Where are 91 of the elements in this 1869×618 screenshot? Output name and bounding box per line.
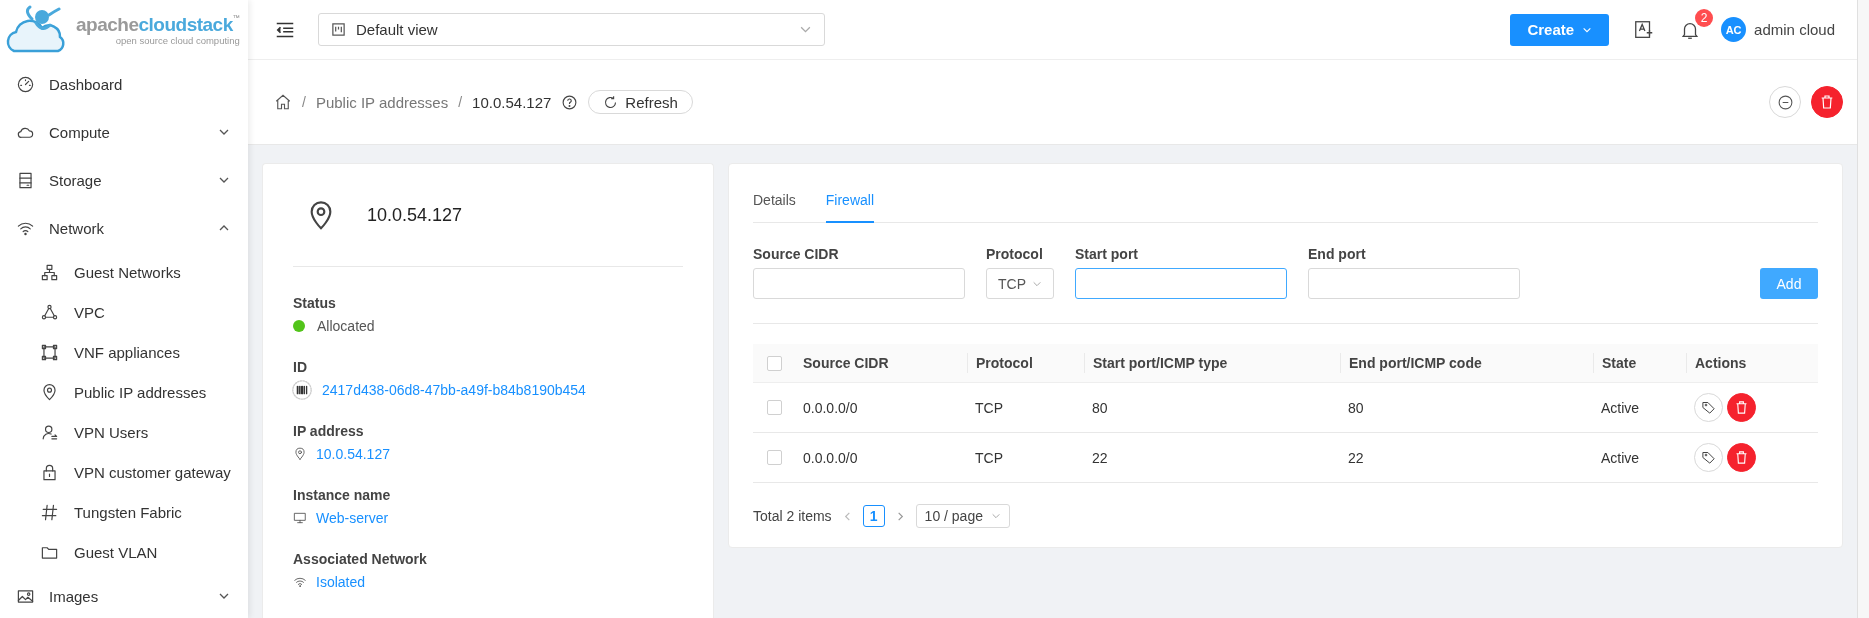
column-header: Protocol bbox=[976, 355, 1033, 371]
protocol-select[interactable]: TCP bbox=[986, 268, 1054, 299]
table-cell: Active bbox=[1601, 399, 1640, 416]
tag-icon bbox=[1701, 400, 1716, 415]
sidebar-subitem[interactable]: Guest Networks bbox=[0, 252, 248, 292]
wifi-icon bbox=[293, 575, 307, 589]
table-cell: TCP bbox=[975, 399, 1003, 416]
checkbox[interactable] bbox=[767, 355, 782, 371]
form-label: End port bbox=[1308, 245, 1367, 264]
location-pin-icon bbox=[40, 382, 59, 402]
delete-button[interactable] bbox=[1811, 86, 1843, 118]
sidebar-subitem[interactable]: VPN customer gateway bbox=[0, 452, 248, 492]
status-text: Allocated bbox=[317, 317, 375, 336]
sidebar-subitem[interactable]: Public IP addresses bbox=[0, 372, 248, 412]
user-name[interactable]: admin cloud bbox=[1754, 21, 1835, 38]
trash-icon bbox=[1734, 450, 1749, 465]
field-label: Status bbox=[293, 294, 337, 313]
input-field[interactable] bbox=[753, 268, 965, 299]
sidebar-subitem[interactable]: VPC bbox=[0, 292, 248, 332]
breadcrumb-item[interactable]: Public IP addresses bbox=[315, 93, 449, 111]
trash-icon bbox=[1734, 400, 1749, 415]
table-cell: 22 bbox=[1092, 449, 1108, 466]
column-header: Actions bbox=[1695, 355, 1747, 371]
field-label: ID bbox=[293, 358, 308, 377]
breadcrumb-separator: / bbox=[302, 94, 306, 110]
trash-icon bbox=[1819, 94, 1835, 110]
barcode-icon bbox=[291, 379, 313, 401]
tab[interactable]: Details bbox=[753, 192, 796, 223]
field-label: IP address bbox=[293, 422, 365, 441]
sidebar-item[interactable]: Network bbox=[0, 204, 248, 252]
table-cell: 22 bbox=[1348, 449, 1364, 466]
sidebar-subitem[interactable]: Tungsten Fabric bbox=[0, 492, 248, 532]
notification-count: 2 bbox=[1695, 8, 1714, 27]
tag-icon bbox=[1701, 450, 1716, 465]
board-icon bbox=[331, 22, 346, 37]
logo-wordmark: cloudstack bbox=[138, 14, 233, 36]
location-pin-icon bbox=[293, 447, 307, 461]
table-cell: 0.0.0.0/0 bbox=[803, 399, 858, 416]
sidebar-subitem[interactable]: Guest VLAN bbox=[0, 532, 248, 572]
logo-wordmark-prefix: apache bbox=[76, 14, 139, 36]
view-select[interactable]: Default view bbox=[318, 13, 825, 46]
checkbox[interactable] bbox=[767, 400, 782, 415]
server-icon bbox=[16, 170, 35, 190]
minus-circle-icon bbox=[1776, 93, 1794, 111]
page-size-select[interactable]: 10 / page bbox=[915, 504, 1010, 528]
caret-icon bbox=[991, 511, 1001, 521]
form-label: Start port bbox=[1075, 245, 1139, 264]
input-field[interactable] bbox=[1075, 268, 1287, 299]
input-field[interactable] bbox=[1308, 268, 1520, 299]
lock-icon bbox=[40, 462, 59, 482]
breadcrumb-separator: / bbox=[458, 94, 463, 110]
monitor-icon bbox=[293, 511, 307, 525]
form-label: Protocol bbox=[986, 245, 1044, 264]
table-cell: 0.0.0.0/0 bbox=[803, 449, 858, 466]
hash-icon bbox=[40, 502, 59, 522]
table-cell: 80 bbox=[1348, 399, 1364, 416]
sidebar-item[interactable]: Storage bbox=[0, 156, 248, 204]
breadcrumb-item: 10.0.54.127 bbox=[472, 93, 552, 111]
refresh-button[interactable]: Refresh bbox=[588, 90, 693, 114]
table-cell: 80 bbox=[1092, 399, 1108, 416]
tag-button[interactable] bbox=[1694, 393, 1723, 422]
column-header: Source CIDR bbox=[803, 355, 889, 371]
nodes-icon bbox=[40, 302, 59, 322]
sidebar-subitem[interactable]: VNF appliances bbox=[0, 332, 248, 372]
delete-button[interactable] bbox=[1727, 443, 1756, 472]
table-cell: TCP bbox=[975, 449, 1003, 466]
disassociate-button[interactable] bbox=[1769, 86, 1801, 118]
frame-icon bbox=[40, 342, 59, 362]
sitemap-icon bbox=[40, 262, 59, 282]
tag-button[interactable] bbox=[1694, 443, 1723, 472]
delete-button[interactable] bbox=[1727, 393, 1756, 422]
total-count: Total 2 items bbox=[753, 508, 832, 524]
field-label: Instance name bbox=[293, 486, 392, 505]
form-label: Source CIDR bbox=[753, 245, 840, 264]
sidebar-item[interactable]: Images bbox=[0, 572, 248, 618]
sidebar-item[interactable]: Dashboard bbox=[0, 60, 248, 108]
column-header: State bbox=[1602, 355, 1637, 371]
column-header: Start port/ICMP type bbox=[1093, 355, 1228, 371]
checkbox[interactable] bbox=[767, 450, 782, 465]
home-icon[interactable] bbox=[274, 93, 292, 111]
sidebar-item[interactable]: Compute bbox=[0, 108, 248, 156]
gauge-icon bbox=[16, 74, 35, 94]
refresh-icon bbox=[603, 94, 619, 110]
resource-title: 10.0.54.127 bbox=[367, 204, 463, 226]
help-icon[interactable] bbox=[561, 93, 579, 111]
logo-tagline: open source cloud computing bbox=[115, 35, 240, 46]
column-header: End port/ICMP code bbox=[1349, 355, 1482, 371]
scrollbar-track[interactable] bbox=[1857, 0, 1869, 618]
sidebar-subitem[interactable]: VPN Users bbox=[0, 412, 248, 452]
table-cell: Active bbox=[1601, 449, 1640, 466]
field-label: Associated Network bbox=[293, 550, 428, 569]
